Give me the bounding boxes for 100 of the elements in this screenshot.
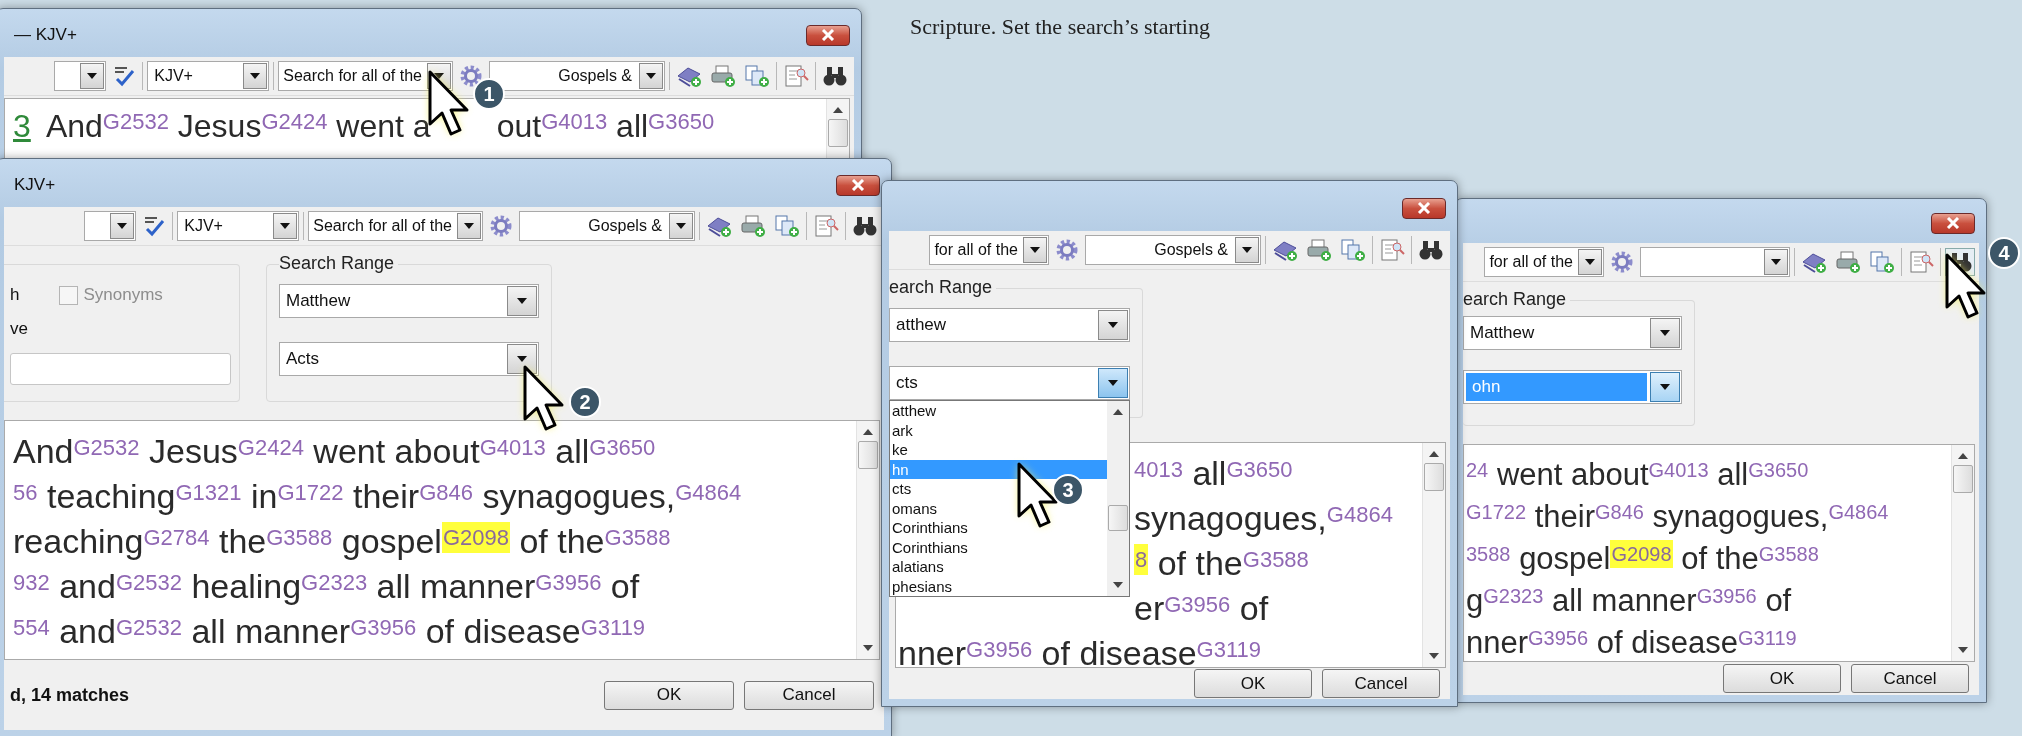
scroll-up-icon[interactable]: [1958, 453, 1968, 459]
verse-text-line: $^{3588}$ gospel$^{G2098}$ of the$^{G3588}$: [1466, 539, 1820, 575]
dialog-button[interactable]: Cancel: [744, 680, 874, 710]
close-button[interactable]: [806, 24, 850, 46]
scrollbar[interactable]: [856, 421, 879, 659]
dropdown[interactable]: Acts: [279, 342, 539, 376]
dialog-button[interactable]: Cancel: [1322, 669, 1440, 698]
scroll-thumb[interactable]: [1108, 505, 1128, 531]
scrollbar[interactable]: [1107, 401, 1129, 596]
list-item[interactable]: phesians: [890, 576, 953, 596]
status-text: d, 14 matches: [10, 684, 130, 706]
window-title: KJV+: [14, 175, 56, 195]
caret-icon: [1030, 247, 1040, 253]
dropdown[interactable]: cts: [889, 366, 1130, 400]
dropdown[interactable]: Gospels &: [1085, 235, 1261, 265]
add-printer-icon[interactable]: [738, 212, 768, 240]
dropdown[interactable]: KJV+: [147, 61, 270, 91]
scroll-thumb[interactable]: [1424, 463, 1444, 491]
close-icon: [1946, 217, 1960, 229]
list-item[interactable]: Corinthians: [890, 518, 968, 538]
dialog-button[interactable]: OK: [1194, 669, 1312, 698]
dialog-button[interactable]: OK: [1723, 664, 1841, 693]
scroll-up-icon[interactable]: [1113, 409, 1123, 415]
dropdown[interactable]: Search for all of the: [278, 61, 453, 91]
dropdown[interactable]: [54, 61, 107, 91]
caret-icon: [646, 73, 656, 79]
close-icon: [1417, 202, 1431, 214]
verse-text-line: $^{554}$ and$^{G2532}$ all manner$^{G3956}$ of disease$^{G3119}$: [13, 611, 647, 650]
dropdown[interactable]: for all of the: [929, 235, 1049, 265]
scroll-down-icon[interactable]: [1429, 653, 1439, 659]
verse-text-line: reaching$^{G2784}$ the$^{G3588}$ gospel$^{G2098}$ of the$^{G3588}$: [13, 521, 672, 560]
scroll-up-icon[interactable]: [1429, 451, 1439, 457]
caret-icon: [464, 223, 474, 229]
verse-text-line: $^{56}$ teaching$^{G1321}$ in$^{G1722}$ their$^{G846}$ synagogues,$^{G4864}$: [13, 476, 743, 515]
list-item[interactable]: ark: [890, 420, 913, 440]
scroll-thumb[interactable]: [1953, 465, 1973, 493]
list-item[interactable]: Corinthians: [890, 537, 968, 557]
scroll-thumb[interactable]: [858, 441, 878, 469]
scroll-up-icon[interactable]: [833, 107, 843, 113]
caret-icon: [1660, 384, 1670, 390]
step-badge: 4: [1988, 237, 2020, 269]
close-button[interactable]: [1931, 212, 1975, 234]
verse-text-line: $^{8}$ of the$^{G3588}$: [1134, 543, 1310, 582]
verse-text-line: $^{4013}$ all$^{G3650}$: [1134, 453, 1294, 492]
window-title: — KJV+: [14, 25, 77, 45]
caret-icon: [1585, 259, 1595, 265]
scroll-up-icon[interactable]: [863, 429, 873, 435]
add-printer-icon[interactable]: [1833, 248, 1863, 276]
add-printer-icon[interactable]: [708, 62, 738, 90]
option-label: h: [10, 285, 20, 305]
verse-text-line: $^{24}$ went about$^{G4013}$ all$^{G3650}$: [1466, 456, 1810, 491]
verse-text-line: nner$^{G3956}$ of disease$^{G3119}$: [898, 633, 1262, 667]
caret-icon: [1108, 322, 1118, 328]
close-button[interactable]: [1402, 197, 1446, 219]
close-button[interactable]: [836, 174, 880, 196]
caret-icon: [517, 298, 527, 304]
dropdown[interactable]: for all of the: [1484, 247, 1604, 277]
dropdown[interactable]: KJV+: [177, 211, 300, 241]
list-item[interactable]: alatians: [890, 557, 944, 577]
caret-icon: [250, 73, 261, 79]
list-item[interactable]: omans: [890, 498, 938, 518]
dropdown[interactable]: atthew: [889, 308, 1130, 342]
list-item[interactable]: cts: [890, 479, 912, 499]
verse-text-line: $^{G1722}$ their$^{G846}$ synagogues,$^{G4864}$: [1466, 498, 1890, 533]
group-title: earch Range: [889, 277, 997, 298]
verse-text-line: And$^{G2532}$ Jesus$^{G2424}$ went about$^{G4013}$ all$^{G3650}$: [13, 431, 657, 470]
verse-text-line: g$^{G2323}$ all manner$^{G3956}$ of: [1466, 582, 1793, 617]
dropdown[interactable]: Search for all of the: [308, 211, 483, 241]
dropdown[interactable]: Gospels &: [519, 211, 695, 241]
scroll-down-icon[interactable]: [863, 645, 873, 651]
caret-icon: [87, 73, 98, 79]
add-printer-icon[interactable]: [1304, 236, 1334, 264]
scroll-down-icon[interactable]: [1958, 647, 1968, 653]
add-copy-icon[interactable]: [742, 62, 772, 90]
dialog-button[interactable]: OK: [604, 680, 734, 710]
caret-icon: [676, 223, 686, 229]
add-copy-icon[interactable]: [772, 212, 802, 240]
option-label: ve: [10, 319, 29, 339]
scrollbar[interactable]: [1422, 443, 1445, 667]
verse-text-line: synagogues,$^{G4864}$: [1134, 498, 1394, 537]
close-icon: [821, 29, 835, 41]
dropdown[interactable]: Matthew: [1463, 316, 1682, 350]
scrollbar[interactable]: [1951, 445, 1974, 661]
dialog-button[interactable]: Cancel: [1851, 664, 1969, 693]
dropdown[interactable]: [1640, 247, 1790, 277]
group-title: Search Range: [279, 253, 399, 274]
verse-text-line: nner$^{G3956}$ of disease$^{G3119}$: [1466, 624, 1798, 659]
input-field[interactable]: [10, 353, 231, 385]
dropdown[interactable]: [84, 211, 137, 241]
verse-text-line: er$^{G3956}$ of: [1134, 588, 1270, 627]
verse-text-line: $^{932}$ and$^{G2532}$ healing$^{G2323}$ all manner$^{G3956}$ of: [13, 566, 641, 605]
scroll-thumb[interactable]: [828, 119, 848, 147]
caret-icon: [434, 73, 444, 79]
add-copy-icon[interactable]: [1867, 248, 1897, 276]
list-item[interactable]: atthew: [890, 401, 937, 421]
list-item[interactable]: ke: [890, 440, 908, 460]
scroll-down-icon[interactable]: [1113, 582, 1123, 588]
add-copy-icon[interactable]: [1338, 236, 1368, 264]
dropdown[interactable]: Matthew: [279, 284, 539, 318]
group-title: earch Range: [1463, 289, 1571, 310]
